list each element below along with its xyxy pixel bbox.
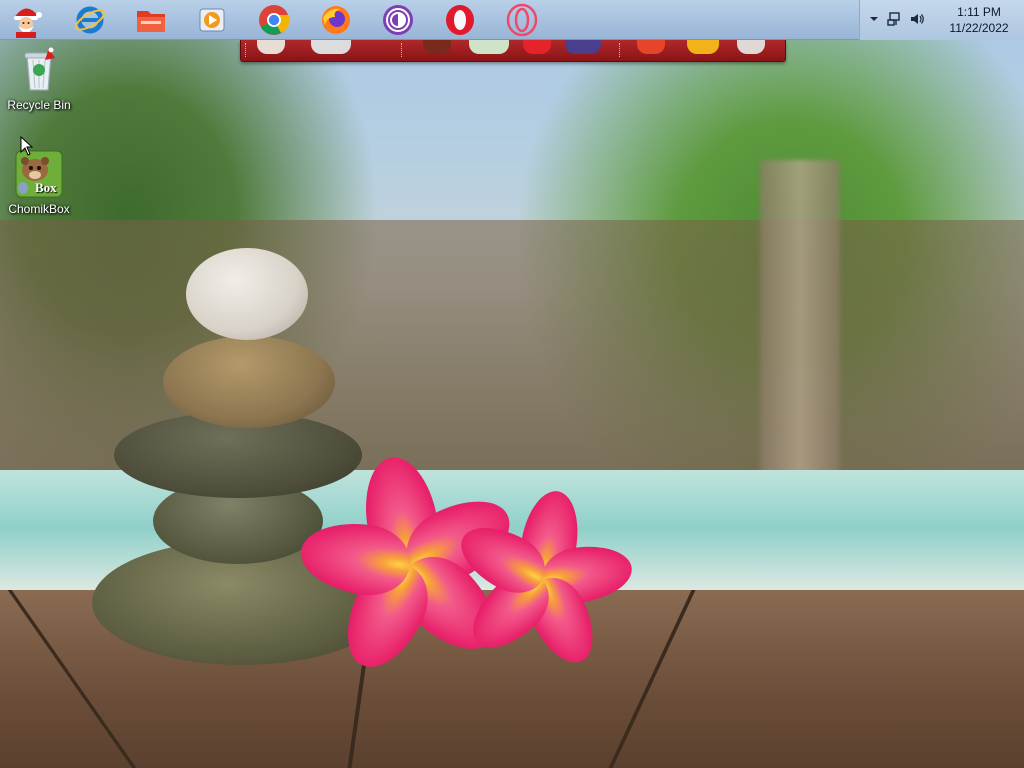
taskbar-chrome[interactable] (254, 2, 294, 38)
chomikbox-icon: Box (15, 150, 63, 198)
chevron-up-icon (870, 17, 878, 21)
desktop-icon-recycle-bin[interactable]: Recycle Bin (3, 46, 75, 112)
taskbar-media-player[interactable] (192, 2, 232, 38)
wallpaper-flower (450, 486, 636, 690)
dock-separator (619, 43, 622, 57)
quick-launch-dock (240, 40, 786, 62)
dock-item[interactable] (687, 40, 719, 54)
desktop-icon-label: Recycle Bin (7, 98, 71, 112)
dock-item[interactable] (737, 40, 765, 54)
show-hidden-icons-button[interactable] (865, 10, 883, 28)
dock-item[interactable] (257, 40, 285, 54)
start-button[interactable] (6, 2, 46, 38)
santa-start-icon (14, 8, 42, 38)
media-player-icon (199, 8, 225, 32)
opera-gx-icon (506, 3, 538, 37)
file-explorer-icon (137, 11, 165, 32)
taskbar-tor-browser[interactable] (378, 2, 418, 38)
recycle-bin-icon (15, 46, 63, 94)
system-tray: 1:11 PM 11/22/2022 (859, 0, 1024, 40)
volume-tray-button[interactable] (908, 10, 926, 28)
desktop-wallpaper (0, 0, 1024, 768)
taskbar-clock[interactable]: 1:11 PM 11/22/2022 (944, 4, 1014, 36)
dock-separator (245, 43, 248, 57)
taskbar-opera-gx[interactable] (502, 2, 542, 38)
wallpaper-pillar (760, 160, 840, 490)
dock-item[interactable] (469, 40, 509, 54)
dock-item[interactable] (637, 40, 665, 54)
dock-item[interactable] (565, 40, 601, 54)
network-icon (887, 12, 900, 26)
wallpaper-stone (186, 248, 308, 340)
dock-separator (401, 43, 404, 57)
chomikbox-badge: Box (35, 180, 57, 195)
firefox-icon (322, 6, 350, 34)
wallpaper-stone (163, 336, 335, 428)
desktop-icon-chomikbox[interactable]: Box ChomikBox (3, 150, 75, 216)
dock-item[interactable] (423, 40, 451, 54)
volume-icon (911, 14, 924, 24)
opera-icon (446, 5, 474, 35)
mouse-cursor-icon (20, 136, 34, 156)
chrome-icon (259, 5, 290, 35)
tor-browser-icon (383, 5, 413, 35)
clock-time: 1:11 PM (957, 5, 1001, 19)
dock-item[interactable] (311, 40, 351, 54)
taskbar-file-explorer[interactable] (131, 2, 171, 38)
dock-item[interactable] (523, 40, 551, 54)
taskbar-opera[interactable] (440, 2, 480, 38)
clock-date: 11/22/2022 (949, 21, 1009, 35)
taskbar-internet-explorer[interactable] (70, 2, 110, 38)
desktop-icon-label: ChomikBox (8, 202, 70, 216)
internet-explorer-icon (74, 6, 106, 34)
taskbar: 1:11 PM 11/22/2022 (0, 0, 1024, 40)
taskbar-firefox[interactable] (316, 2, 356, 38)
network-tray-button[interactable] (886, 10, 904, 28)
